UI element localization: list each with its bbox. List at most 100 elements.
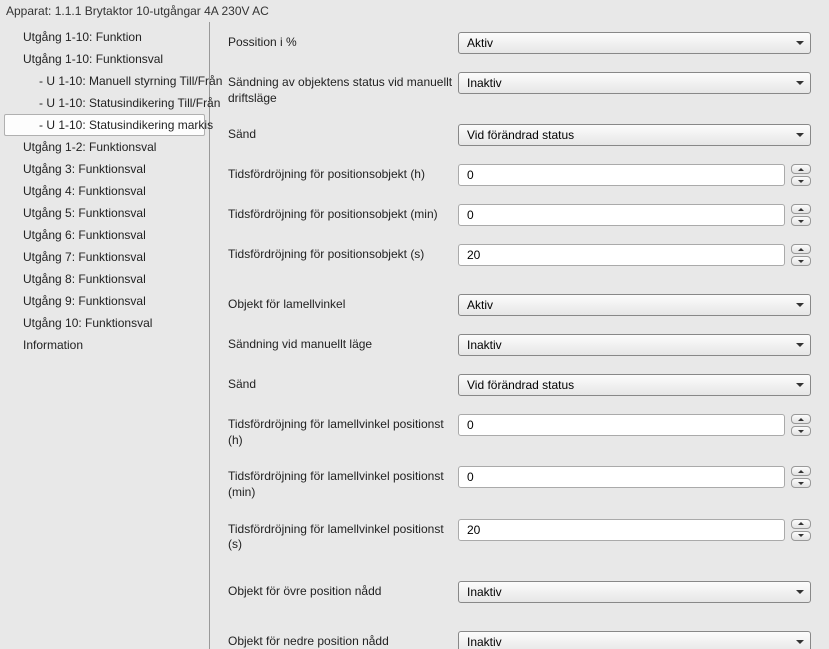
form-label: Tidsfördröjning för lamellvinkel positio… bbox=[228, 519, 458, 553]
spinner-up-button[interactable] bbox=[791, 414, 811, 424]
form-control: 0 bbox=[458, 414, 811, 436]
spinner-up-button[interactable] bbox=[791, 204, 811, 214]
sidebar-item-12[interactable]: Utgång 9: Funktionsval bbox=[4, 290, 205, 312]
spinner-down-button[interactable] bbox=[791, 176, 811, 186]
caret-up-icon bbox=[798, 168, 804, 171]
sidebar-item-label: - U 1-10: Statusindikering Till/Från bbox=[39, 96, 220, 110]
spinner-down-button[interactable] bbox=[791, 478, 811, 488]
spinner-down-button[interactable] bbox=[791, 531, 811, 541]
dropdown[interactable]: Inaktiv bbox=[458, 72, 811, 94]
sidebar-item-label: Utgång 3: Funktionsval bbox=[23, 162, 146, 176]
sidebar-item-label: - U 1-10: Statusindikering markis bbox=[39, 118, 213, 132]
form-label: Objekt för övre position nådd bbox=[228, 581, 458, 600]
spinner-up-button[interactable] bbox=[791, 519, 811, 529]
form-label: Tidsfördröjning för positionsobjekt (min… bbox=[228, 204, 458, 223]
spinner bbox=[791, 204, 811, 226]
sidebar-item-6[interactable]: Utgång 3: Funktionsval bbox=[4, 158, 205, 180]
form-row-1: Sändning av objektens status vid manuell… bbox=[228, 72, 811, 106]
form-row-11: Tidsfördröjning för lamellvinkel positio… bbox=[228, 519, 811, 553]
dropdown[interactable]: Inaktiv bbox=[458, 631, 811, 649]
form-label: Objekt för lamellvinkel bbox=[228, 294, 458, 313]
number-value: 0 bbox=[467, 168, 474, 182]
dropdown-value: Inaktiv bbox=[467, 76, 502, 90]
sidebar-item-10[interactable]: Utgång 7: Funktionsval bbox=[4, 246, 205, 268]
number-input[interactable]: 20 bbox=[458, 244, 785, 266]
sidebar-item-label: Utgång 1-10: Funktion bbox=[23, 30, 142, 44]
form-label: Sändning vid manuellt läge bbox=[228, 334, 458, 353]
spinner bbox=[791, 414, 811, 436]
form-control: 0 bbox=[458, 204, 811, 226]
form-label: Possition i % bbox=[228, 32, 458, 51]
spinner bbox=[791, 519, 811, 541]
sidebar-item-label: Utgång 1-10: Funktionsval bbox=[23, 52, 163, 66]
number-input[interactable]: 0 bbox=[458, 164, 785, 186]
dropdown[interactable]: Inaktiv bbox=[458, 581, 811, 603]
sidebar-item-label: Utgång 10: Funktionsval bbox=[23, 316, 152, 330]
sidebar-item-label: Utgång 7: Funktionsval bbox=[23, 250, 146, 264]
sidebar-item-label: Utgång 1-2: Funktionsval bbox=[23, 140, 156, 154]
form-label: Sändning av objektens status vid manuell… bbox=[228, 72, 458, 106]
sidebar-item-label: Utgång 5: Funktionsval bbox=[23, 206, 146, 220]
spinner-up-button[interactable] bbox=[791, 466, 811, 476]
number-input[interactable]: 20 bbox=[458, 519, 785, 541]
caret-down-icon bbox=[798, 260, 804, 263]
sidebar-item-13[interactable]: Utgång 10: Funktionsval bbox=[4, 312, 205, 334]
form-row-9: Tidsfördröjning för lamellvinkel positio… bbox=[228, 414, 811, 448]
spinner bbox=[791, 164, 811, 186]
number-input[interactable]: 0 bbox=[458, 204, 785, 226]
form-label: Objekt för nedre position nådd bbox=[228, 631, 458, 649]
number-value: 0 bbox=[467, 470, 474, 484]
chevron-down-icon bbox=[796, 133, 804, 137]
form-control: Inaktiv bbox=[458, 631, 811, 649]
sidebar-item-7[interactable]: Utgång 4: Funktionsval bbox=[4, 180, 205, 202]
sidebar-item-1[interactable]: Utgång 1-10: Funktionsval bbox=[4, 48, 205, 70]
spinner-up-button[interactable] bbox=[791, 164, 811, 174]
form-control: Inaktiv bbox=[458, 581, 811, 603]
dropdown[interactable]: Aktiv bbox=[458, 294, 811, 316]
caret-down-icon bbox=[798, 430, 804, 433]
form-label: Tidsfördröjning för positionsobjekt (h) bbox=[228, 164, 458, 183]
sidebar-item-2[interactable]: - U 1-10: Manuell styrning Till/Från bbox=[4, 70, 205, 92]
dropdown[interactable]: Vid förändrad status bbox=[458, 124, 811, 146]
form-row-5: Tidsfördröjning för positionsobjekt (s)2… bbox=[228, 244, 811, 266]
dropdown-value: Vid förändrad status bbox=[467, 128, 574, 142]
sidebar-item-11[interactable]: Utgång 8: Funktionsval bbox=[4, 268, 205, 290]
number-value: 0 bbox=[467, 418, 474, 432]
chevron-down-icon bbox=[796, 303, 804, 307]
sidebar-item-label: Information bbox=[23, 338, 83, 352]
sidebar-item-label: Utgång 4: Funktionsval bbox=[23, 184, 146, 198]
sidebar-item-5[interactable]: Utgång 1-2: Funktionsval bbox=[4, 136, 205, 158]
spinner-up-button[interactable] bbox=[791, 244, 811, 254]
form-control: Vid förändrad status bbox=[458, 374, 811, 396]
dropdown-value: Aktiv bbox=[467, 298, 493, 312]
spinner-down-button[interactable] bbox=[791, 216, 811, 226]
form-row-3: Tidsfördröjning för positionsobjekt (h) 0 bbox=[228, 164, 811, 186]
form-control: Vid förändrad status bbox=[458, 124, 811, 146]
sidebar-item-8[interactable]: Utgång 5: Funktionsval bbox=[4, 202, 205, 224]
form-control: Aktiv bbox=[458, 32, 811, 54]
chevron-down-icon bbox=[796, 640, 804, 644]
sidebar-item-3[interactable]: - U 1-10: Statusindikering Till/Från bbox=[4, 92, 205, 114]
spinner-down-button[interactable] bbox=[791, 426, 811, 436]
form-label: Tidsfördröjning för positionsobjekt (s) bbox=[228, 244, 458, 263]
form-label: Sänd bbox=[228, 124, 458, 143]
number-input[interactable]: 0 bbox=[458, 466, 785, 488]
form-row-13: Objekt för nedre position nåddInaktiv bbox=[228, 631, 811, 649]
sidebar-item-14[interactable]: Information bbox=[4, 334, 205, 356]
dropdown[interactable]: Vid förändrad status bbox=[458, 374, 811, 396]
window-header: Apparat: 1.1.1 Brytaktor 10-utgångar 4A … bbox=[0, 0, 829, 22]
form-control: 0 bbox=[458, 164, 811, 186]
sidebar-item-0[interactable]: Utgång 1-10: Funktion bbox=[4, 26, 205, 48]
form-row-6: Objekt för lamellvinkel Aktiv bbox=[228, 294, 811, 316]
caret-down-icon bbox=[798, 482, 804, 485]
caret-down-icon bbox=[798, 220, 804, 223]
sidebar-item-4[interactable]: - U 1-10: Statusindikering markis bbox=[4, 114, 205, 136]
dropdown[interactable]: Inaktiv bbox=[458, 334, 811, 356]
caret-down-icon bbox=[798, 534, 804, 537]
spinner-down-button[interactable] bbox=[791, 256, 811, 266]
sidebar-item-9[interactable]: Utgång 6: Funktionsval bbox=[4, 224, 205, 246]
dropdown[interactable]: Aktiv bbox=[458, 32, 811, 54]
form-control: Inaktiv bbox=[458, 72, 811, 94]
number-input[interactable]: 0 bbox=[458, 414, 785, 436]
sidebar-item-label: Utgång 6: Funktionsval bbox=[23, 228, 146, 242]
